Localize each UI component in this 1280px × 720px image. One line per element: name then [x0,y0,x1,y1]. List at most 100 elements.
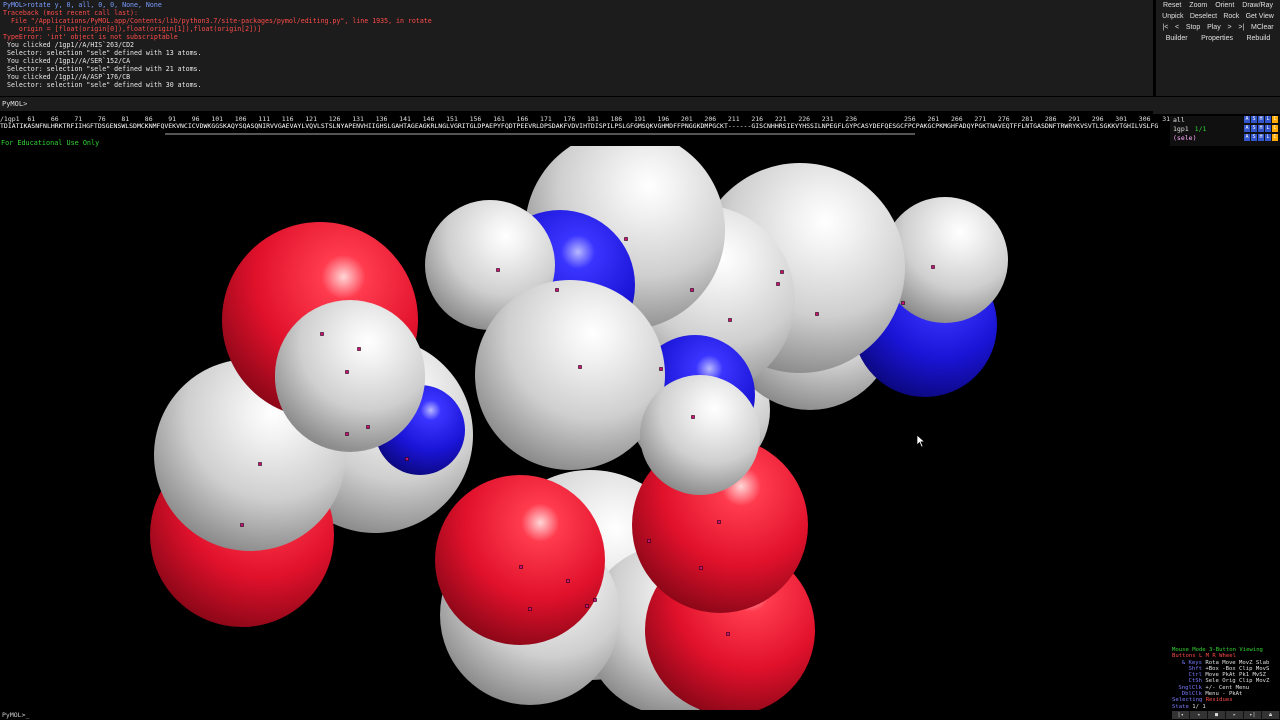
object-a-button[interactable]: A [1244,134,1250,141]
deselect-button[interactable]: Deselect [1190,11,1217,22]
selection-marker [699,566,703,570]
object-c-button[interactable]: C [1272,134,1278,141]
selection-marker [578,365,582,369]
object-row-all[interactable]: all A S H L C [1170,116,1280,124]
object-l-button[interactable]: L [1265,125,1271,132]
playbar-button[interactable]: ▸| [1244,711,1262,719]
selection-marker [366,425,370,429]
object-a-button[interactable]: A [1244,116,1250,123]
play-button[interactable]: Play [1207,22,1221,33]
binding-value: +Box -Box Clip MovS [1202,665,1270,672]
rock-button[interactable]: Rock [1223,11,1239,22]
unpick-button[interactable]: Unpick [1162,11,1183,22]
console-output: PyMOL>rotate y, 0, all, 0, 0, None, None… [0,0,1153,96]
object-name[interactable]: (sele) [1173,134,1196,142]
binding-value: Sele Orig Clip MovZ [1202,678,1270,685]
binding-value: Menu - PkAt [1202,691,1243,698]
binding-value: Move PkAt Pk1 MvSZ [1202,672,1266,679]
binding-value: Rota Move MovZ Slab [1202,659,1270,666]
console-line: You clicked /1gp1//A/HIS`263/CD2 [3,41,135,49]
first-frame-button[interactable]: |< [1162,22,1168,33]
playbar-button[interactable]: ◂ [1190,711,1208,719]
bottom-prompt[interactable]: PyMOL>_ [2,711,29,719]
selection-marker [357,347,361,351]
control-panel-filler [1153,97,1280,114]
control-row-1: Reset Zoom Orient Draw/Ray [1156,0,1280,11]
properties-button[interactable]: Properties [1201,33,1233,44]
playbar-button[interactable]: |◂ [1172,711,1190,719]
console-line: Selector: selection "sele" defined with … [3,49,202,57]
object-l-button[interactable]: L [1265,116,1271,123]
selection-marker [931,265,935,269]
builder-button[interactable]: Builder [1166,33,1188,44]
object-h-button[interactable]: H [1258,125,1264,132]
selection-marker [258,462,262,466]
atom-sphere [435,475,605,645]
sequence-residues[interactable]: TDIATIKASNFNLHRKTRFIIHGFTDSGENSWLSDMCKNM… [0,123,1170,130]
state-label: State [1172,703,1189,710]
selection-marker [566,579,570,583]
object-a-button[interactable]: A [1244,125,1250,132]
object-name[interactable]: all [1173,116,1185,124]
playbar-button[interactable]: ■ [1208,711,1226,719]
bottom-command-line[interactable]: PyMOL>_ [0,710,1280,720]
playbar-button[interactable]: ⏏ [1262,711,1280,719]
atom-sphere [640,375,760,495]
selection-marker [776,282,780,286]
selection-marker [659,367,663,371]
console-line: Traceback (most recent call last): [3,9,138,17]
selection-marker [345,432,349,436]
object-s-button[interactable]: S [1251,134,1257,141]
object-s-button[interactable]: S [1251,125,1257,132]
orient-button[interactable]: Orient [1215,0,1234,11]
next-frame-button[interactable]: > [1227,22,1231,33]
playbar-button[interactable]: ▸ [1226,711,1244,719]
atom-sphere [275,300,425,450]
console-line: You clicked /1gp1//A/SER`152/CA [3,57,131,65]
selection-marker [519,565,523,569]
command-line[interactable]: PyMOL> [0,97,1153,111]
selection-marker [496,268,500,272]
object-name[interactable]: 1gp1 [1173,125,1189,133]
object-row-1gp1[interactable]: 1gp1 1/1 A S H L C [1170,125,1280,133]
control-row-4: Builder Properties Rebuild [1156,33,1280,44]
selection-marker [647,539,651,543]
console-line: TypeError: 'int' object is not subscript… [3,33,178,41]
selection-marker [690,288,694,292]
get-view-button[interactable]: Get View [1246,11,1274,22]
object-buttons: ASHLC [1244,125,1278,132]
object-c-button[interactable]: C [1272,116,1278,123]
selecting-label: Selecting [1172,697,1203,704]
object-h-button[interactable]: H [1258,134,1264,141]
sequence-scrollbar[interactable] [165,133,915,135]
selection-marker [624,237,628,241]
reset-button[interactable]: Reset [1163,0,1181,11]
console-line: You clicked /1gp1//A/ASP`176/CB [3,73,131,81]
selection-marker [593,598,597,602]
binding-value: +/- Cent Menu [1202,684,1250,691]
object-h-button[interactable]: H [1258,116,1264,123]
stop-button[interactable]: Stop [1186,22,1200,33]
object-s-button[interactable]: S [1251,116,1257,123]
molecule-render[interactable] [0,146,1170,710]
draw-ray-button[interactable]: Draw/Ray [1242,0,1273,11]
selection-marker [901,301,905,305]
mclear-button[interactable]: MClear [1251,22,1274,33]
object-l-button[interactable]: L [1265,134,1271,141]
rebuild-button[interactable]: Rebuild [1246,33,1270,44]
selecting-value[interactable]: Residues [1206,697,1233,703]
object-c-button[interactable]: C [1272,125,1278,132]
sequence-viewer[interactable]: /1gp1 61 66 71 76 81 86 91 96 101 106 11… [0,116,1170,135]
state-value: 1/ 1 [1192,703,1206,710]
prev-frame-button[interactable]: < [1175,22,1179,33]
mouse-mode-panel: Mouse Mode 3-Button Viewing Buttons L M … [1170,647,1280,710]
mouse-binding-rows: & Keys Rota Move MovZ Slab Shft +Box -Box… [1172,660,1280,698]
last-frame-button[interactable]: >| [1238,22,1244,33]
console-line: PyMOL>rotate y, 0, all, 0, 0, None, None [3,1,162,9]
molecule-viewport[interactable] [0,146,1170,710]
atom-spheres[interactable] [150,146,1008,710]
selection-marker [240,523,244,527]
object-row-sele[interactable]: (sele) A S H L C [1170,134,1280,142]
movie-playbar: |◂ ◂ ■ ▸ ▸| ⏏ [1172,711,1280,719]
zoom-button[interactable]: Zoom [1189,0,1207,11]
